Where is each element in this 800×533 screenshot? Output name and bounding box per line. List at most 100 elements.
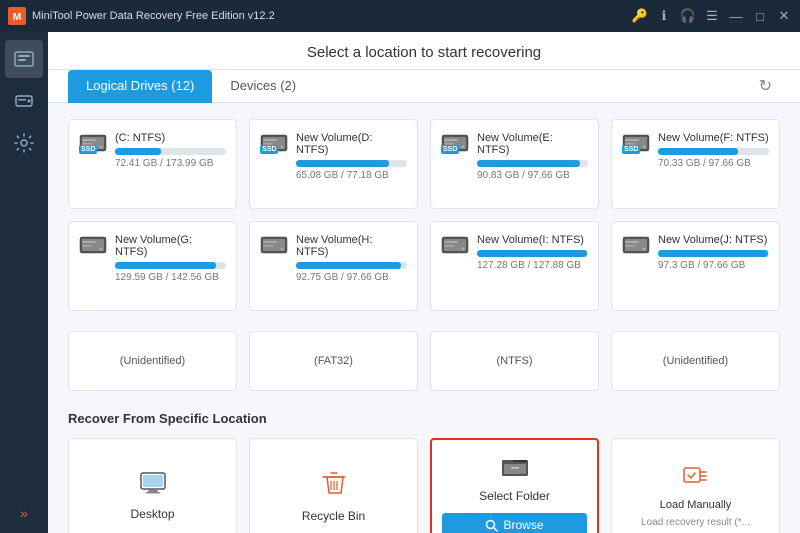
recycle-icon [321, 469, 347, 503]
drive-card-6[interactable]: New Volume(I: NTFS) 127.28 GB / 127.88 G… [430, 221, 599, 311]
title-bar-controls: 🔑 ℹ 🎧 ☰ — □ ✕ [632, 8, 792, 24]
drive-name-4: New Volume(G: NTFS) [115, 234, 226, 258]
drive-name-7: New Volume(J: NTFS) [658, 234, 769, 246]
key-icon[interactable]: 🔑 [632, 8, 648, 24]
drive-size-6: 127.28 GB / 127.88 GB [477, 260, 588, 271]
drive-card-2[interactable]: SSD New Volume(E: NTFS) 90.83 GB / 97.66… [430, 119, 599, 209]
sidebar-item-recover[interactable] [5, 40, 43, 78]
drive-size-4: 129.59 GB / 142.56 GB [115, 272, 226, 283]
load-manually-label: Load Manually [660, 499, 732, 511]
drive-icon-6 [441, 234, 469, 256]
drive-info-5: New Volume(H: NTFS) 92.75 GB / 97.66 GB [296, 234, 407, 283]
tabs-row: Logical Drives (12) Devices (2) ↻ [48, 70, 800, 103]
browse-label: Browse [503, 518, 543, 532]
unidentified-card-0[interactable]: (Unidentified) [68, 331, 237, 391]
drive-bar-2 [477, 160, 588, 167]
load-icon [682, 464, 710, 493]
drive-bar-4 [115, 262, 226, 269]
tab-logical-drives[interactable]: Logical Drives (12) [68, 70, 212, 103]
unidentified-label-1: (FAT32) [260, 355, 407, 367]
info-icon[interactable]: ℹ [656, 8, 672, 24]
sidebar: » [0, 32, 48, 533]
unidentified-label-2: (NTFS) [441, 355, 588, 367]
drive-info-0: (C: NTFS) 72.41 GB / 173.99 GB [115, 132, 226, 169]
location-load-manually[interactable]: Load Manually Load recovery result (*... [611, 438, 780, 533]
drive-icon-2: SSD [441, 132, 469, 154]
page-title: Select a location to start recovering [68, 44, 780, 61]
drive-icon-7 [622, 234, 650, 256]
desktop-icon [139, 471, 167, 501]
drive-size-0: 72.41 GB / 173.99 GB [115, 158, 226, 169]
drive-size-7: 97.3 GB / 97.66 GB [658, 260, 769, 271]
unidentified-label-3: (Unidentified) [622, 355, 769, 367]
unidentified-card-3[interactable]: (Unidentified) [611, 331, 780, 391]
drive-size-2: 90.83 GB / 97.66 GB [477, 170, 588, 181]
drive-bar-1 [296, 160, 407, 167]
svg-text:M: M [13, 12, 21, 23]
drive-card-1[interactable]: SSD New Volume(D: NTFS) 65.08 GB / 77.18… [249, 119, 418, 209]
drive-card-3[interactable]: SSD New Volume(F: NTFS) 70.33 GB / 97.66… [611, 119, 780, 209]
maximize-icon[interactable]: □ [752, 8, 768, 24]
minimize-icon[interactable]: — [728, 8, 744, 24]
drive-icon-1: SSD [260, 132, 288, 154]
drive-info-3: New Volume(F: NTFS) 70.33 GB / 97.66 GB [658, 132, 769, 169]
expand-icon[interactable]: » [16, 501, 32, 525]
location-desktop[interactable]: Desktop [68, 438, 237, 533]
unidentified-grid: (Unidentified) (FAT32) (NTFS) (Unidentified… [68, 331, 780, 391]
refresh-icon[interactable]: ↻ [751, 72, 780, 100]
drive-icon-4 [79, 234, 107, 256]
main-scroll-area[interactable]: SSD (C: NTFS) 72.41 GB / 173.99 GB [48, 103, 800, 533]
recycle-label: Recycle Bin [302, 509, 365, 523]
location-select-folder[interactable]: Select Folder Browse [430, 438, 599, 533]
drive-card-5[interactable]: New Volume(H: NTFS) 92.75 GB / 97.66 GB [249, 221, 418, 311]
drive-bar-7 [658, 250, 769, 257]
drive-card-4[interactable]: New Volume(G: NTFS) 129.59 GB / 142.56 G… [68, 221, 237, 311]
drive-info-7: New Volume(J: NTFS) 97.3 GB / 97.66 GB [658, 234, 769, 271]
unidentified-card-2[interactable]: (NTFS) [430, 331, 599, 391]
location-recycle[interactable]: Recycle Bin [249, 438, 418, 533]
drive-icon-0: SSD [79, 132, 107, 154]
location-grid: Desktop Recycle Bin [68, 438, 780, 533]
drive-size-1: 65.08 GB / 77.18 GB [296, 170, 407, 181]
title-bar: M MiniTool Power Data Recovery Free Edit… [0, 0, 800, 32]
drives-grid: SSD (C: NTFS) 72.41 GB / 173.99 GB [68, 119, 780, 311]
sidebar-bottom: » [16, 501, 32, 525]
drive-bar-3 [658, 148, 769, 155]
tab-devices[interactable]: Devices (2) [212, 70, 314, 103]
drive-card-0[interactable]: SSD (C: NTFS) 72.41 GB / 173.99 GB [68, 119, 237, 209]
drive-info-2: New Volume(E: NTFS) 90.83 GB / 97.66 GB [477, 132, 588, 181]
drive-info-1: New Volume(D: NTFS) 65.08 GB / 77.18 GB [296, 132, 407, 181]
drive-name-0: (C: NTFS) [115, 132, 226, 144]
drive-info-4: New Volume(G: NTFS) 129.59 GB / 142.56 G… [115, 234, 226, 283]
drive-icon-5 [260, 234, 288, 256]
unidentified-label-0: (Unidentified) [79, 355, 226, 367]
drive-info-6: New Volume(I: NTFS) 127.28 GB / 127.88 G… [477, 234, 588, 271]
app-logo: M [8, 7, 26, 25]
drive-bar-6 [477, 250, 588, 257]
browse-button[interactable]: Browse [442, 513, 587, 533]
app-title: MiniTool Power Data Recovery Free Editio… [32, 10, 632, 22]
drive-name-6: New Volume(I: NTFS) [477, 234, 588, 246]
drive-name-1: New Volume(D: NTFS) [296, 132, 407, 156]
load-manually-sub: Load recovery result (*... [641, 517, 750, 528]
main-content: Select a location to start recovering Lo… [48, 32, 800, 533]
sidebar-item-drives[interactable] [5, 82, 43, 120]
close-icon[interactable]: ✕ [776, 8, 792, 24]
drive-size-3: 70.33 GB / 97.66 GB [658, 158, 769, 169]
headphone-icon[interactable]: 🎧 [680, 8, 696, 24]
drive-bar-0 [115, 148, 226, 155]
drive-bar-5 [296, 262, 407, 269]
menu-icon[interactable]: ☰ [704, 8, 720, 24]
select-folder-label: Select Folder [479, 489, 550, 503]
folder-icon [501, 454, 529, 483]
drive-size-5: 92.75 GB / 97.66 GB [296, 272, 407, 283]
drive-card-7[interactable]: New Volume(J: NTFS) 97.3 GB / 97.66 GB [611, 221, 780, 311]
drive-name-2: New Volume(E: NTFS) [477, 132, 588, 156]
drive-name-5: New Volume(H: NTFS) [296, 234, 407, 258]
sidebar-item-settings[interactable] [5, 124, 43, 162]
unidentified-card-1[interactable]: (FAT32) [249, 331, 418, 391]
drive-icon-3: SSD [622, 132, 650, 154]
desktop-label: Desktop [130, 507, 174, 521]
specific-location-title: Recover From Specific Location [68, 411, 780, 426]
drive-name-3: New Volume(F: NTFS) [658, 132, 769, 144]
